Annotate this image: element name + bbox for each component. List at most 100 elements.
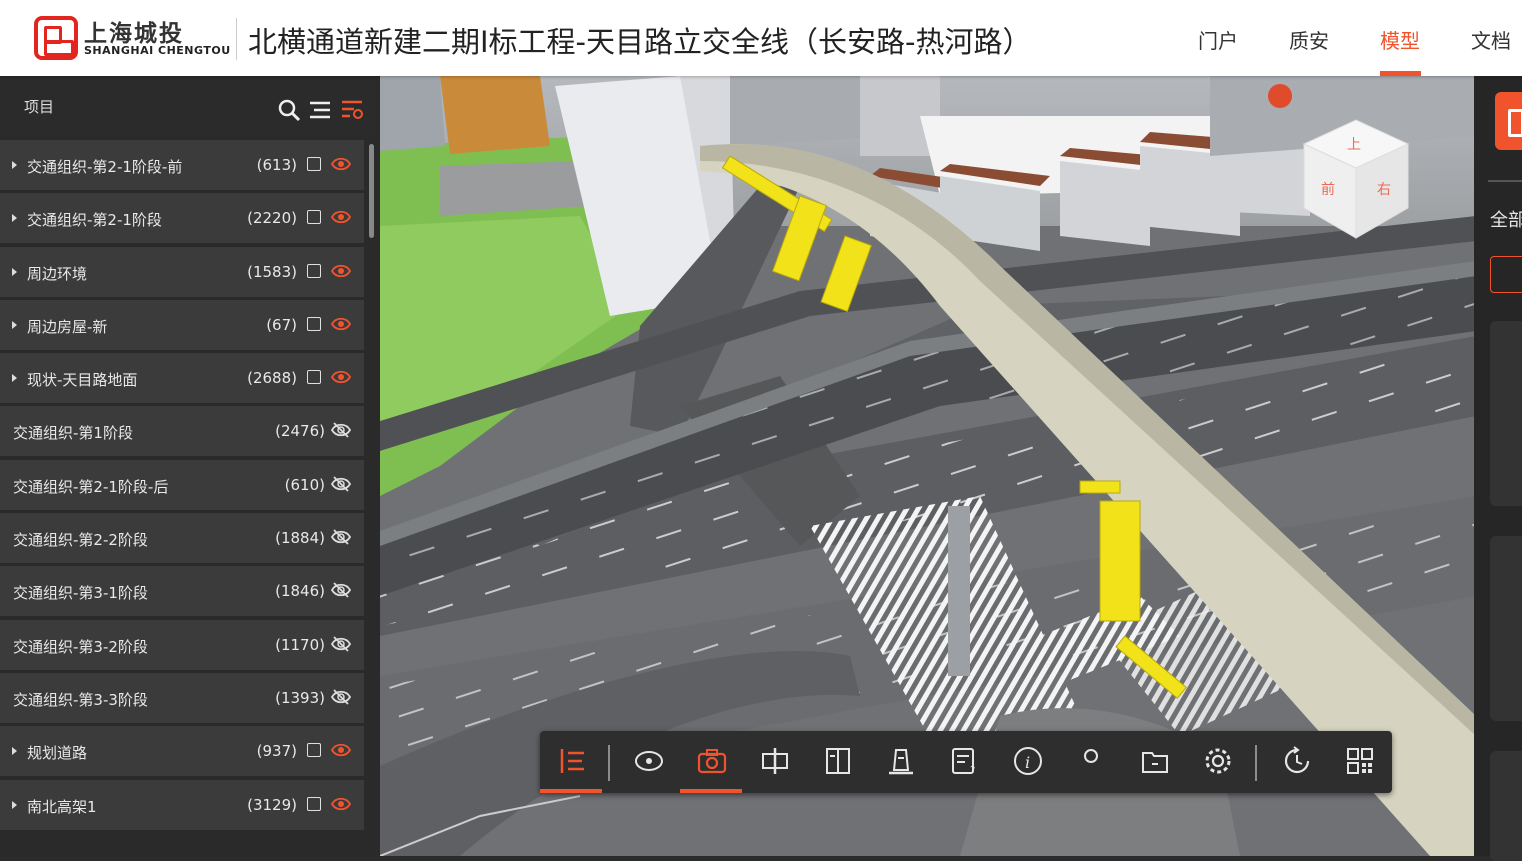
view-card[interactable] [1490, 536, 1522, 721]
layer-checkbox[interactable] [307, 210, 321, 225]
eye-icon[interactable] [331, 795, 351, 813]
layer-row[interactable]: 现状-天目路地面 (2688) [0, 353, 364, 404]
layer-count: (3129) [247, 795, 297, 814]
building-orange [440, 76, 550, 154]
annotation-button[interactable]: ? [932, 731, 994, 793]
annotation-icon: ? [952, 748, 975, 776]
eye-icon[interactable] [331, 315, 351, 333]
grid-button[interactable] [1328, 731, 1390, 793]
nav-quality-safety[interactable]: 质安 [1289, 25, 1329, 54]
camera-button[interactable] [680, 731, 742, 793]
layer-row[interactable]: 周边环境 (1583) [0, 246, 364, 297]
eye-off-icon[interactable] [331, 528, 351, 546]
expand-caret-icon[interactable] [12, 320, 17, 329]
layer-row[interactable]: 交通组织-第3-1阶段 (1846) [0, 566, 364, 617]
layer-row[interactable]: 交通组织-第2-1阶段-后 (610) [0, 459, 364, 510]
panel-header: 项目 [0, 76, 375, 136]
layer-row[interactable]: 周边房屋-新 (67) [0, 299, 364, 350]
settings-icon [1205, 748, 1231, 774]
layer-checkbox[interactable] [307, 743, 321, 758]
eye-off-icon[interactable] [331, 475, 351, 493]
view-card[interactable] [1490, 321, 1522, 506]
eye-icon[interactable] [331, 155, 351, 173]
nav-model[interactable]: 模型 [1380, 25, 1420, 54]
panel-toggle-button[interactable] [1495, 92, 1522, 150]
layer-row[interactable]: 交通组织-第2-1阶段 (2220) [0, 193, 364, 244]
cube-front-label: 前 [1321, 181, 1335, 198]
eye-icon[interactable] [331, 208, 351, 226]
panel-scrollbar[interactable] [369, 144, 374, 238]
layer-name: 南北高架1 [27, 797, 97, 816]
list-icon[interactable] [308, 98, 332, 122]
layer-row[interactable]: 交通组织-第2-1阶段-前 (613) [0, 140, 364, 190]
expand-caret-icon[interactable] [12, 374, 17, 383]
info-button[interactable]: i [996, 731, 1058, 793]
expand-caret-icon[interactable] [12, 161, 17, 169]
project-tree-panel: 项目 交通组织-第2-1阶段-前 (613) 交通组织-第2-1阶段 (2220) 周边… [0, 76, 380, 856]
history-button[interactable] [1265, 731, 1327, 793]
layer-row[interactable]: 规划道路 (937) [0, 726, 364, 777]
location-button[interactable] [1059, 731, 1121, 793]
measure-icon [889, 749, 913, 775]
eye-off-icon[interactable] [331, 635, 351, 653]
expand-caret-icon[interactable] [12, 747, 17, 756]
layer-checkbox[interactable] [307, 370, 321, 385]
search-icon[interactable] [277, 98, 301, 122]
toolbar-separator [1255, 745, 1257, 781]
split-icon [826, 748, 850, 774]
tree-button[interactable] [540, 731, 602, 793]
layer-count: (1846) [275, 582, 325, 601]
expand-caret-icon[interactable] [12, 800, 17, 809]
nav-active-indicator [1380, 71, 1421, 76]
measure-button[interactable] [869, 731, 931, 793]
view-card[interactable] [1490, 751, 1522, 861]
layer-row[interactable]: 交通组织-第2-2阶段 (1884) [0, 513, 364, 564]
layer-checkbox[interactable] [307, 316, 321, 331]
eye-off-icon[interactable] [331, 581, 351, 599]
eye-off-icon[interactable] [331, 688, 351, 706]
folder-button[interactable] [1123, 731, 1185, 793]
layer-row[interactable]: 交通组织-第3-2阶段 (1170) [0, 619, 364, 670]
right-side-panel: 全部 [1474, 76, 1522, 861]
logo-english-text: SHANGHAI CHENGTOU [84, 44, 231, 57]
settings-button[interactable] [1186, 731, 1248, 793]
layer-name: 现状-天目路地面 [27, 371, 138, 390]
add-button[interactable] [1490, 256, 1522, 293]
layer-name: 规划道路 [27, 744, 88, 763]
camera-icon [697, 749, 727, 774]
section-button[interactable] [743, 731, 805, 793]
orbit-icon [635, 751, 663, 771]
eye-icon[interactable] [331, 368, 351, 386]
project-title: 北横通道新建二期I标工程-天目路立交全线（长安路-热河路） [248, 25, 1032, 59]
nav-documents[interactable]: 文档 [1471, 25, 1511, 54]
layer-checkbox[interactable] [307, 157, 321, 171]
layer-count: (1583) [247, 262, 297, 281]
layer-row[interactable]: 交通组织-第1阶段 (2476) [0, 406, 364, 457]
eye-off-icon[interactable] [331, 421, 351, 439]
nav-portal[interactable]: 门户 [1198, 25, 1238, 54]
layer-count: (1170) [275, 635, 325, 654]
eye-icon[interactable] [331, 262, 351, 280]
logo[interactable]: 上海城投 SHANGHAI CHENGTOU [34, 14, 234, 62]
layer-count: (2220) [247, 209, 297, 228]
view-cube[interactable]: 上 前 右 [1296, 116, 1416, 242]
eye-icon[interactable] [331, 741, 351, 759]
layer-row[interactable]: 南北高架1 (3129) [0, 779, 364, 830]
layer-count: (1884) [275, 529, 325, 548]
layer-checkbox[interactable] [307, 263, 321, 278]
layer-name: 交通组织-第2-1阶段 [27, 211, 162, 230]
layer-name: 周边房屋-新 [27, 317, 108, 336]
expand-caret-icon[interactable] [12, 267, 17, 276]
layer-count: (613) [256, 156, 297, 174]
layer-row[interactable]: 交通组织-第3-3阶段 (1393) [0, 672, 364, 723]
expand-caret-icon[interactable] [12, 214, 17, 223]
layer-name: 交通组织-第2-1阶段-前 [27, 158, 183, 176]
split-button[interactable] [806, 731, 868, 793]
orbit-button[interactable] [617, 731, 679, 793]
cube-right-label: 右 [1377, 182, 1391, 198]
layer-checkbox[interactable] [307, 796, 321, 811]
filter-all-label[interactable]: 全部 [1490, 206, 1522, 232]
filter-list-icon[interactable] [340, 98, 364, 122]
title-divider [236, 18, 237, 60]
layer-name: 交通组织-第3-1阶段 [13, 584, 148, 603]
